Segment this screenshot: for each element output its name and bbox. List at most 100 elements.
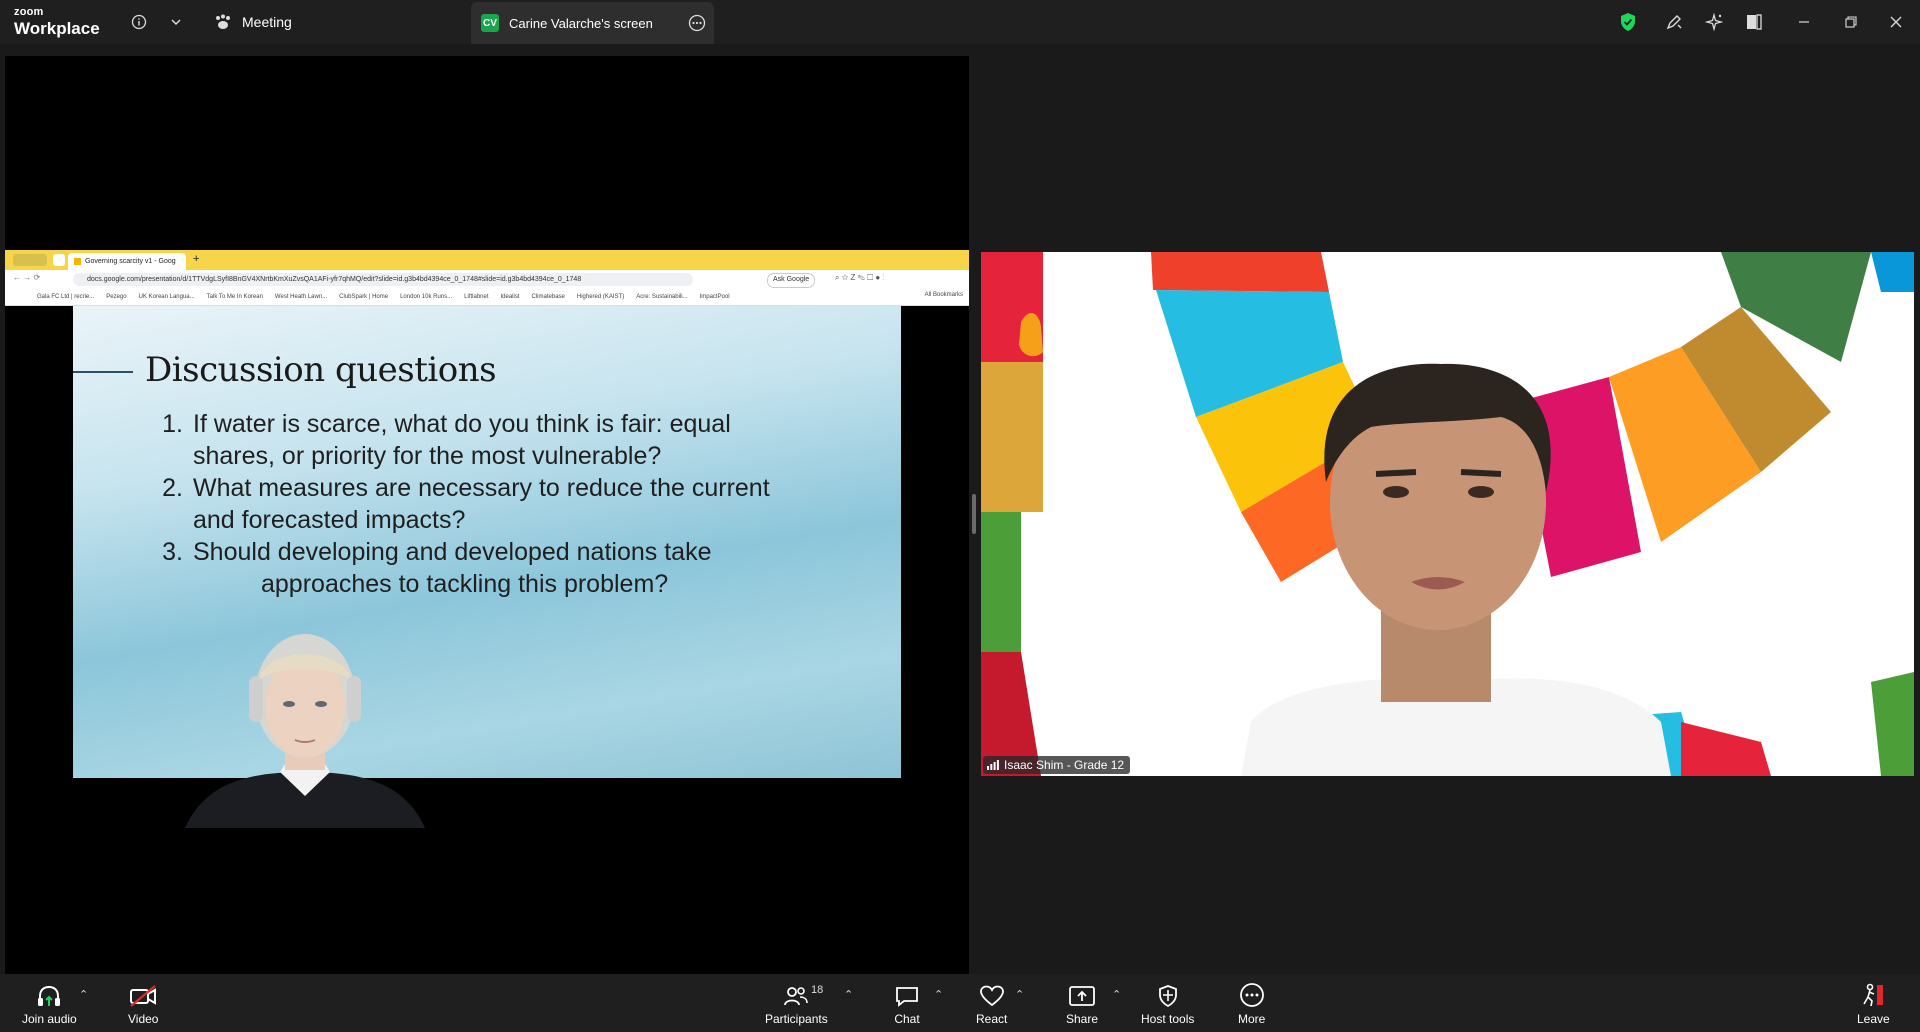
signal-strength-icon: [987, 760, 999, 770]
browser-tab-strip: Governing scarcity v1 - Goog +: [5, 250, 969, 270]
slide-title: Discussion questions: [145, 350, 497, 390]
whiteboard-pen-icon[interactable]: [1662, 10, 1686, 34]
question-number: 1.: [162, 410, 183, 438]
sdg-wheel-background-image: [981, 252, 1914, 776]
zoom-workplace-logo: zoom Workplace: [14, 6, 100, 38]
security-shield-icon[interactable]: [1616, 10, 1640, 34]
meeting-tab-label: Meeting: [242, 14, 292, 30]
video-button[interactable]: Video: [128, 982, 158, 1026]
question-line: shares, or priority for the most vulnera…: [193, 442, 662, 470]
logo-small-text: zoom: [14, 6, 44, 18]
leave-door-icon: [1860, 982, 1886, 1008]
video-off-icon: [128, 982, 158, 1008]
shared-screen-view[interactable]: Governing scarcity v1 - Goog + ← → ⟳ doc…: [5, 56, 969, 974]
bookmark-item: Talk To Me In Korean: [206, 293, 263, 300]
question-line: What measures are necessary to reduce th…: [193, 474, 770, 502]
title-bar: zoom Workplace Meeting CV Carine Valarch…: [0, 0, 1920, 44]
host-tools-label: Host tools: [1141, 1012, 1195, 1026]
chat-label: Chat: [894, 1012, 920, 1026]
heart-react-icon: [979, 982, 1005, 1008]
bookmark-item: ClubSpark | Home: [339, 293, 389, 300]
all-bookmarks: All Bookmarks: [924, 292, 963, 298]
question-line: Should developing and developed nations …: [193, 538, 712, 566]
side-panel-icon[interactable]: [1742, 10, 1766, 34]
bookmark-item: Gala FC Ltd | recrie...: [37, 293, 95, 300]
pane-resize-handle[interactable]: [972, 494, 976, 534]
browser-tab-title: Governing scarcity v1 - Goog: [85, 258, 176, 265]
browser-tab-search-icon: [13, 254, 47, 266]
chat-options-caret-icon[interactable]: ⌃: [934, 988, 943, 1001]
share-label: Share: [1066, 1012, 1099, 1026]
tab-more-icon[interactable]: [688, 14, 706, 32]
participant-name-tag: Isaac Shim - Grade 12: [983, 756, 1131, 774]
audio-options-caret-icon[interactable]: ⌃: [79, 988, 88, 1001]
leave-button[interactable]: Leave: [1857, 982, 1890, 1026]
bookmark-item: Highered (KAIST): [576, 293, 625, 300]
meeting-stage: Governing scarcity v1 - Goog + ← → ⟳ doc…: [0, 44, 1920, 974]
bookmark-item: ImpactPool: [699, 293, 730, 300]
chevron-down-icon[interactable]: [164, 10, 188, 34]
share-button[interactable]: Share: [1066, 982, 1098, 1026]
question-item: 1. If water is scarce, what do you think…: [162, 408, 731, 472]
join-audio-label: Join audio: [22, 1012, 77, 1026]
bookmark-item: Liftlabnet: [464, 293, 489, 300]
cv-avatar-badge: CV: [481, 14, 499, 32]
question-number: 2.: [162, 474, 183, 502]
bookmark-item: London 10k Runs...: [400, 293, 453, 300]
more-ellipsis-icon: [1239, 982, 1265, 1008]
restore-window-icon[interactable]: [1839, 10, 1863, 34]
browser-url: docs.google.com/presentation/d/1TTVdgLSy…: [73, 273, 693, 286]
leave-label: Leave: [1857, 1012, 1890, 1026]
headphones-icon: [35, 982, 63, 1008]
browser-toolbar-icons: ⌕ ☆ Z ✎ ☐ ● ⋮: [835, 273, 885, 282]
shared-screen-tab-label: Carine Valarche's screen: [509, 15, 653, 31]
participant-video-tile[interactable]: Isaac Shim - Grade 12: [981, 252, 1914, 776]
react-options-caret-icon[interactable]: ⌃: [1015, 988, 1024, 1001]
question-item: 2. What measures are necessary to reduce…: [162, 472, 770, 536]
meeting-paw-icon: [214, 14, 232, 30]
participants-icon: [783, 982, 809, 1008]
minimize-icon[interactable]: [1792, 10, 1816, 34]
ai-companion-sparkle-icon[interactable]: [1702, 10, 1726, 34]
bookmark-item: Pezego: [106, 293, 127, 300]
meeting-info-icon[interactable]: [127, 10, 151, 34]
slides-favicon-icon: [74, 258, 81, 265]
question-number: 3.: [162, 538, 183, 566]
more-button[interactable]: More: [1238, 982, 1265, 1026]
bookmark-item: Climatebase: [531, 293, 565, 300]
participant-name: Isaac Shim - Grade 12: [1004, 758, 1125, 772]
slide-title-rule: [73, 371, 133, 373]
meeting-tab[interactable]: Meeting: [214, 8, 292, 36]
video-label: Video: [128, 1012, 159, 1026]
ask-google-chip: Ask Google: [767, 273, 816, 288]
browser-tab: Governing scarcity v1 - Goog: [68, 253, 186, 270]
presenter-video-overlay: [175, 604, 435, 828]
participants-options-caret-icon[interactable]: ⌃: [844, 988, 853, 1001]
browser-nav-icons: ← → ⟳: [13, 273, 41, 282]
participants-label: Participants: [765, 1012, 828, 1026]
bookmark-item: Idealist: [500, 293, 520, 300]
new-tab-plus-icon: +: [193, 253, 200, 265]
join-audio-button[interactable]: Join audio: [22, 982, 77, 1026]
close-window-icon[interactable]: [1884, 10, 1908, 34]
react-button[interactable]: React: [976, 982, 1007, 1026]
question-line: approaches to tackling this problem?: [261, 570, 669, 598]
question-item: 3. Should developing and developed natio…: [162, 536, 712, 600]
question-line: and forecasted impacts?: [193, 506, 466, 534]
browser-address-bar: ← → ⟳ docs.google.com/presentation/d/1TT…: [5, 270, 969, 288]
share-screen-icon: [1068, 982, 1096, 1008]
shared-browser-window: Governing scarcity v1 - Goog + ← → ⟳ doc…: [5, 250, 969, 306]
logo-large-text: Workplace: [14, 19, 100, 38]
browser-bookmarks-bar: Gala FC Ltd | recrie... Pezego UK Korean…: [5, 288, 969, 306]
participants-count: 18: [811, 984, 824, 996]
more-label: More: [1238, 1012, 1266, 1026]
browser-tab-list-icon: [53, 254, 65, 266]
chat-button[interactable]: Chat: [894, 982, 920, 1026]
chat-bubble-icon: [894, 982, 920, 1008]
share-options-caret-icon[interactable]: ⌃: [1112, 988, 1121, 1001]
bookmark-item: West Heath Lawn...: [274, 293, 328, 300]
meeting-controls-toolbar: Join audio ⌃ Video Participants 18 ⌃ Cha…: [0, 974, 1920, 1032]
question-line: If water is scarce, what do you think is…: [193, 410, 731, 438]
host-tools-button[interactable]: Host tools: [1141, 982, 1194, 1026]
shared-screen-tab[interactable]: CV Carine Valarche's screen: [471, 2, 714, 44]
